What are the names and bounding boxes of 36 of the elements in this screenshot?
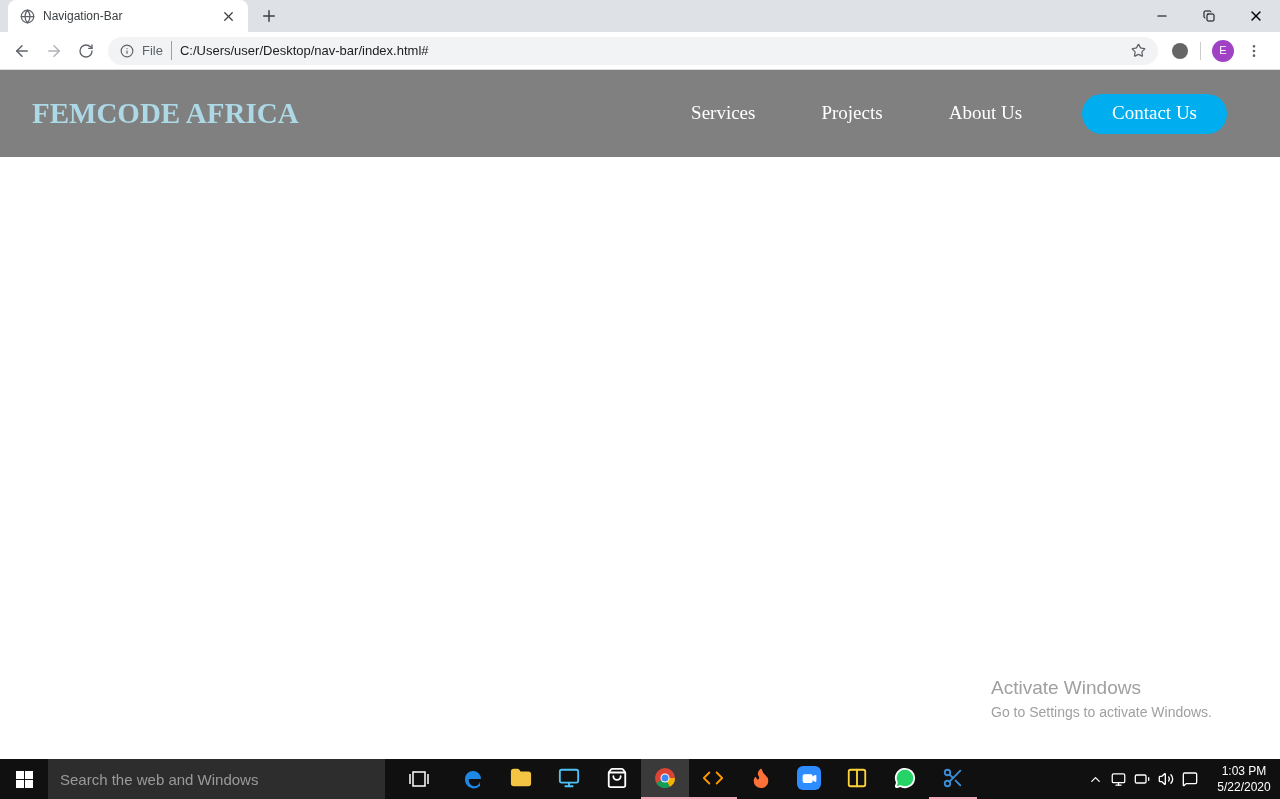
tab-title: Navigation-Bar [43,8,124,25]
nav-link[interactable]: About Us [942,99,1029,128]
computer-icon [558,767,580,789]
brand-logo[interactable]: FEMCODE AFRICA [32,91,686,136]
address-bar[interactable]: File C:/Users/user/Desktop/nav-bar/index.html# [108,36,1158,65]
browser-tab[interactable]: Navigation-Bar [8,0,248,32]
profile-avatar[interactable]: E [1212,39,1234,62]
folder-icon [510,767,532,789]
store-icon [606,767,628,789]
activation-title: Activate Windows [991,675,1142,700]
extension-icon[interactable] [1172,42,1188,59]
bookmark-star-icon[interactable] [1131,43,1146,58]
chat-bubble-icon [894,767,916,789]
taskbar-search-field[interactable]: Search the web and Windows [48,759,385,799]
windows-logo-icon[interactable] [15,770,33,788]
globe-icon [20,8,35,24]
task-view-icon[interactable] [409,771,429,787]
nav-link[interactable]: Projects [815,99,889,128]
contact-button[interactable]: Contact Us [1082,93,1227,134]
volume-icon[interactable] [1158,771,1174,787]
info-icon [120,43,134,58]
reload-icon[interactable] [78,42,94,59]
chrome-icon [654,767,676,789]
taskbar-clock[interactable]: 1:03 PM 5/22/2020 [1208,763,1280,795]
activation-note: Go to Settings to activate Windows. [991,703,1213,722]
nav-link[interactable]: Services [685,99,762,128]
taskbar-app-button[interactable] [641,759,689,799]
url-text: C:/Users/user/Desktop/nav-bar/index.html# [179,41,430,60]
scheme-label: File [142,40,172,61]
restore-icon[interactable] [1203,10,1215,22]
scissors-icon [942,767,964,789]
battery-icon[interactable] [1134,771,1150,787]
network-icon[interactable] [1111,771,1126,787]
new-tab-icon[interactable] [260,7,278,25]
notification-icon[interactable] [1182,771,1198,787]
video-camera-icon [797,766,821,790]
